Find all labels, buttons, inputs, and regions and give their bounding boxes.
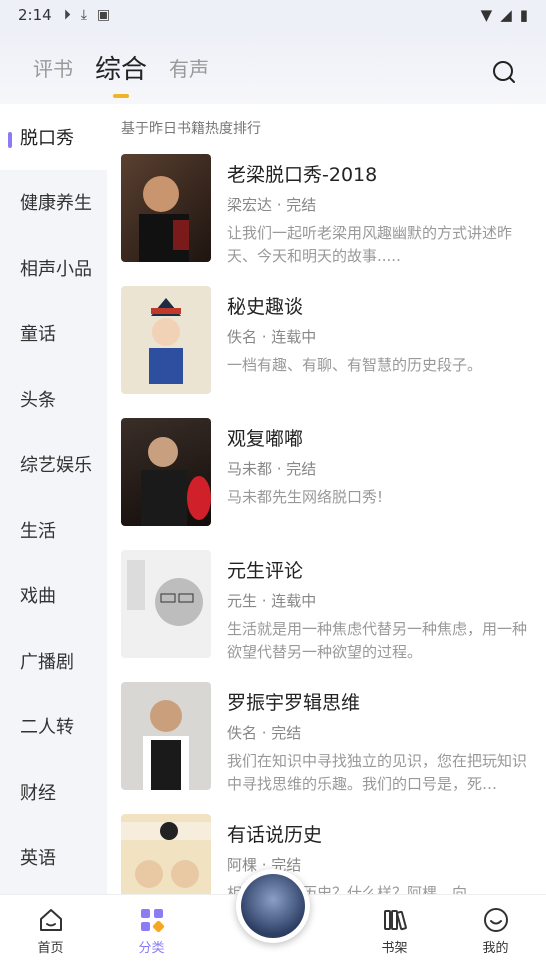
- ranking-caption: 基于昨日书籍热度排行: [121, 121, 261, 137]
- profile-icon: [483, 908, 508, 932]
- search-icon[interactable]: [492, 60, 516, 84]
- home-icon: [39, 909, 62, 931]
- sidebar-item-shenghuo[interactable]: 生活: [0, 497, 107, 563]
- sidebar-item-tonghua[interactable]: 童话: [0, 301, 107, 367]
- sidebar-item-tuokouxiu[interactable]: 脱口秀: [0, 104, 107, 170]
- book-item[interactable]: 有话说历史 阿棵 · 完结 相貌好像？历史？什么样？阿棵、向: [107, 814, 546, 894]
- sidebar-item-errenzhuan[interactable]: 二人转: [0, 694, 107, 760]
- book-title: 有话说历史: [227, 824, 323, 846]
- nav-label: 书架: [381, 941, 408, 956]
- signal-icon: ◢: [500, 6, 512, 24]
- download-status-icon: ⤓: [80, 7, 87, 23]
- book-cover: [121, 418, 211, 526]
- sidebar-item-jiankang[interactable]: 健康养生: [0, 170, 107, 236]
- book-description: 让我们一起听老梁用风趣幽默的方式讲述昨天、今天和明天的故事.....: [227, 224, 513, 265]
- nav-label: 分类: [138, 941, 165, 956]
- sidebar-item-label: 健康养生: [20, 193, 92, 215]
- wifi-icon: ▼: [480, 6, 493, 24]
- book-meta: 佚名 · 连载中: [227, 328, 317, 346]
- sidebar-item-xiqu[interactable]: 戏曲: [0, 563, 107, 629]
- book-item[interactable]: 秘史趣谈 佚名 · 连载中 一档有趣、有聊、有智慧的历史段子。: [107, 286, 546, 418]
- book-item[interactable]: 罗振宇罗辑思维 佚名 · 完结 我们在知识中寻找独立的见识，您在把玩知识中寻找思…: [107, 682, 546, 814]
- book-description: 我们在知识中寻找独立的见识，您在把玩知识中寻找思维的乐趣。我们的口号是，死…: [227, 752, 528, 793]
- nav-category[interactable]: 分类: [101, 895, 202, 972]
- book-title: 老梁脱口秀-2018: [227, 164, 378, 186]
- book-meta: 元生 · 连载中: [227, 592, 317, 610]
- book-title: 观复嘟嘟: [227, 428, 304, 450]
- book-cover: [121, 550, 211, 658]
- top-tab-bar: 评书 综合 有声: [0, 30, 546, 104]
- sidebar-item-guangboju[interactable]: 广播剧: [0, 628, 107, 694]
- play-status-icon: ⏵: [63, 7, 71, 23]
- now-playing-disc[interactable]: [236, 869, 310, 943]
- book-cover: [121, 154, 211, 262]
- book-item[interactable]: 老梁脱口秀-2018 梁宏达 · 完结 让我们一起听老梁用风趣幽默的方式讲述昨天…: [107, 154, 546, 286]
- sidebar-item-label: 相声小品: [20, 258, 92, 280]
- book-meta: 梁宏达 · 完结: [227, 196, 317, 214]
- sidebar-item-label: 二人转: [20, 717, 74, 739]
- sidebar-item-toutiao[interactable]: 头条: [0, 366, 107, 432]
- bottom-nav: 首页 分类 书架 我的: [0, 869, 546, 972]
- book-list-panel: 基于昨日书籍热度排行 老梁脱口秀-2018 梁宏达 · 完结 让我们一起听老梁用…: [107, 104, 546, 894]
- category-icon: [140, 909, 164, 933]
- sidebar-item-label: 广播剧: [20, 651, 74, 673]
- sidebar-item-label: 童话: [20, 324, 56, 346]
- sidebar-item-label: 综艺娱乐: [20, 455, 92, 477]
- book-item[interactable]: 观复嘟嘟 马未都 · 完结 马未都先生网络脱口秀!: [107, 418, 546, 550]
- status-bar: 2:14 ⏵ ⤓ ▣ ▼ ◢ ▮: [0, 0, 546, 30]
- category-sidebar: 脱口秀 健康养生 相声小品 童话 头条 综艺娱乐 生活 戏曲 广播剧 二人转 财…: [0, 104, 107, 894]
- book-title: 罗振宇罗辑思维: [227, 692, 361, 714]
- tab-zonghe[interactable]: 综合: [95, 49, 147, 86]
- now-playing-cover: [241, 874, 305, 938]
- bookshelf-icon: [383, 910, 407, 931]
- book-description: 生活就是用一种焦虑代替另一种焦虑，用一种欲望代替另一种欲望的过程。: [227, 620, 528, 661]
- tab-yousheng[interactable]: 有声: [169, 53, 209, 82]
- battery-icon: ▮: [519, 6, 528, 24]
- nav-home[interactable]: 首页: [0, 895, 101, 972]
- nav-bookshelf[interactable]: 书架: [344, 895, 445, 972]
- sidebar-item-yingyu[interactable]: 英语: [0, 825, 107, 891]
- book-cover: [121, 682, 211, 790]
- book-item[interactable]: 元生评论 元生 · 连载中 生活就是用一种焦虑代替另一种焦虑，用一种欲望代替另一…: [107, 550, 546, 682]
- sidebar-item-label: 戏曲: [20, 586, 56, 608]
- sidebar-item-zongyi[interactable]: 综艺娱乐: [0, 432, 107, 498]
- book-cover: [121, 286, 211, 394]
- book-title: 元生评论: [227, 560, 304, 582]
- nav-label: 我的: [482, 941, 509, 956]
- book-title: 秘史趣谈: [227, 296, 304, 318]
- sidebar-item-label: 头条: [20, 389, 56, 411]
- book-description: 马未都先生网络脱口秀!: [227, 488, 384, 506]
- nav-profile[interactable]: 我的: [445, 895, 546, 972]
- tab-pingshu[interactable]: 评书: [33, 53, 73, 82]
- sidebar-item-label: 生活: [20, 520, 56, 542]
- sidebar-item-label: 英语: [20, 848, 56, 870]
- sidebar-item-caijing[interactable]: 财经: [0, 759, 107, 825]
- book-description: 一档有趣、有聊、有智慧的历史段子。: [227, 356, 483, 374]
- sidebar-item-xiangsheng[interactable]: 相声小品: [0, 235, 107, 301]
- app-status-icon: ▣: [96, 7, 111, 23]
- book-meta: 佚名 · 完结: [227, 724, 302, 742]
- sidebar-item-label: 脱口秀: [20, 127, 74, 149]
- sidebar-item-label: 财经: [20, 782, 56, 804]
- book-cover: [121, 814, 211, 894]
- now-playing-slot: [202, 869, 344, 972]
- nav-label: 首页: [37, 941, 64, 956]
- status-time: 2:14: [18, 6, 52, 24]
- book-meta: 马未都 · 完结: [227, 460, 317, 478]
